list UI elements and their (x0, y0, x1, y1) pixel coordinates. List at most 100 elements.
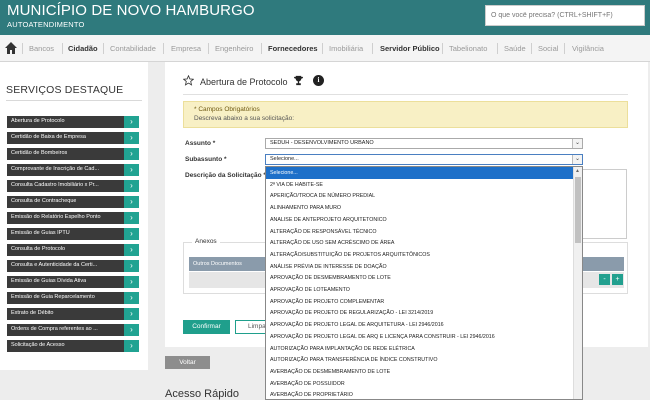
chevron-right-icon: › (124, 228, 139, 240)
nav-item-social[interactable]: Social (538, 44, 558, 53)
nav-item-engenheiro[interactable]: Engenheiro (215, 44, 253, 53)
sidebar-item-extrato-debito[interactable]: Extrato de Débito › (7, 308, 139, 320)
site-title[interactable]: MUNICÍPIO DE NOVO HAMBURGO (7, 2, 255, 19)
nav-divider (531, 43, 532, 54)
nav-item-imobiliaria[interactable]: Imobiliária (329, 44, 363, 53)
nav-divider (103, 43, 104, 54)
dropdown-scrollbar[interactable]: ▲ (573, 167, 582, 399)
required-fields-alert: * Campos Obrigatórios Descreva abaixo a … (183, 101, 628, 128)
star-icon[interactable] (183, 75, 194, 86)
scrollbar-thumb[interactable] (575, 177, 581, 243)
nav-divider (62, 43, 63, 54)
dropdown-option[interactable]: APROVAÇÃO DE DESMEMBRAMENTO DE LOTE (266, 272, 574, 284)
add-attachment-button[interactable]: + (612, 274, 623, 285)
dropdown-option[interactable]: ALINHAMENTO PARA MURO (266, 202, 574, 214)
subassunto-value: Selecione... (270, 156, 299, 162)
sidebar-item-solicitacao-acesso[interactable]: Solicitação de Acesso › (7, 340, 139, 352)
title-divider (183, 94, 628, 95)
sidebar-item-reparcelamento[interactable]: Emissão de Guia Reparcelamento › (7, 292, 139, 304)
dropdown-option[interactable]: APROVAÇÃO DE PROJETO DE REGULARIZAÇÃO - … (266, 307, 574, 319)
subassunto-dropdown-list[interactable]: Selecione... 2ª VIA DE HABITE-SE APERIÇÃ… (265, 166, 583, 400)
info-icon[interactable]: i (313, 75, 324, 86)
nav-item-cidadao[interactable]: Cidadão (68, 44, 98, 53)
nav-item-empresa[interactable]: Empresa (171, 44, 201, 53)
sidebar-item-label: Consulta e Autenticidade da Certi... (11, 262, 98, 268)
sidebar-item-label: Comprovante de Inscrição de Cad... (11, 166, 100, 172)
dropdown-option[interactable]: AVERBAÇÃO DE PROPRIETÁRIO (266, 389, 574, 399)
nav-divider (497, 43, 498, 54)
dropdown-option[interactable]: ANÁLISE PRÉVIA DE INTERESSE DE DOAÇÃO (266, 261, 574, 273)
sidebar-item-label: Abertura de Protocolo (11, 118, 65, 124)
site-subtitle: AUTOATENDIMENTO (7, 20, 85, 29)
chevron-right-icon: › (124, 324, 139, 336)
nav-divider (442, 43, 443, 54)
scroll-up-icon[interactable]: ▲ (575, 168, 580, 174)
confirm-button[interactable]: Confirmar (183, 320, 230, 334)
dropdown-option[interactable]: ALTERAÇÃO/SUBSTITUIÇÃO DE PROJETOS ARQUI… (266, 249, 574, 261)
nav-item-servidor-publico[interactable]: Servidor Público (380, 44, 440, 53)
assunto-select[interactable]: SEDUH - DESENVOLVIMENTO URBANO ⌄ (265, 138, 583, 149)
dropdown-option[interactable]: APROVAÇÃO DE PROJETO COMPLEMENTAR (266, 296, 574, 308)
sidebar-item-certidao-bombeiros[interactable]: Certidão de Bombeiros › (7, 148, 139, 160)
page-title: Abertura de Protocolo (200, 77, 288, 87)
dropdown-option[interactable]: ANALISE DE ANTEPROJETO ARQUITETONICO (266, 214, 574, 226)
chevron-down-icon: ⌄ (572, 155, 582, 164)
descricao-label: Descrição da Solicitação * (185, 172, 266, 179)
sidebar-item-comprovante-inscricao[interactable]: Comprovante de Inscrição de Cad... › (7, 164, 139, 176)
dropdown-option[interactable]: AUTORIZAÇÃO PARA IMPLANTAÇÃO DE REDE ELÉ… (266, 343, 574, 355)
sidebar-item-label: Emissão de Guias Dívida Ativa (11, 278, 87, 284)
sidebar-item-label: Emissão do Relatório Espelho Ponto (11, 214, 101, 220)
sidebar-item-label: Extrato de Débito (11, 310, 54, 316)
sidebar-item-consulta-protocolo[interactable]: Consulta de Protocolo › (7, 244, 139, 256)
chevron-right-icon: › (124, 244, 139, 256)
nav-divider (564, 43, 565, 54)
dropdown-option[interactable]: APERIÇÃO/TROCA DE NÚMERO PREDIAL (266, 190, 574, 202)
sidebar-item-guias-iptu[interactable]: Emissão de Guias IPTU › (7, 228, 139, 240)
chevron-right-icon: › (124, 308, 139, 320)
sidebar-item-label: Consulta de Protocolo (11, 246, 66, 252)
nav-item-vigilancia[interactable]: Vigilância (572, 44, 604, 53)
sidebar-item-label: Certidão de Baixa de Empresa (11, 134, 86, 140)
nav-item-bancos[interactable]: Bancos (29, 44, 54, 53)
dropdown-option[interactable]: AVERBAÇÃO DE DESMEMBRAMENTO DE LOTE (266, 366, 574, 378)
sidebar-item-autenticidade-certidao[interactable]: Consulta e Autenticidade da Certi... › (7, 260, 139, 272)
sidebar-item-label: Emissão de Guias IPTU (11, 230, 70, 236)
dropdown-option[interactable]: APROVAÇÃO DE PROJETO LEGAL DE ARQ E LICE… (266, 331, 574, 343)
remove-attachment-button[interactable]: - (599, 274, 610, 285)
dropdown-option[interactable]: AUTORIZAÇÃO PARA TRANSFERÊNCIA DE ÍNDICE… (266, 354, 574, 366)
sidebar-item-certidao-baixa[interactable]: Certidão de Baixa de Empresa › (7, 132, 139, 144)
dropdown-option[interactable]: APROVAÇÃO DE LOTEAMENTO (266, 284, 574, 296)
sidebar-divider (6, 100, 142, 101)
sidebar-item-espelho-ponto[interactable]: Emissão do Relatório Espelho Ponto › (7, 212, 139, 224)
alert-text: Descreva abaixo a sua solicitação: (194, 115, 295, 122)
dropdown-option[interactable]: ALTERAÇÃO DE USO SEM ACRÉSCIMO DE ÁREA (266, 237, 574, 249)
chevron-right-icon: › (124, 132, 139, 144)
sidebar-item-divida-ativa[interactable]: Emissão de Guias Dívida Ativa › (7, 276, 139, 288)
search-input[interactable] (485, 5, 645, 26)
chevron-right-icon: › (124, 148, 139, 160)
nav-divider (208, 43, 209, 54)
dropdown-option[interactable]: 2ª VIA DE HABITE-SE (266, 179, 574, 191)
dropdown-option[interactable]: APROVAÇÃO DE PROJETO LEGAL DE ARQUITETUR… (266, 319, 574, 331)
chevron-right-icon: › (124, 292, 139, 304)
dropdown-option[interactable]: AVERBAÇÃO DE POSSUIDOR (266, 378, 574, 390)
nav-item-contabilidade[interactable]: Contabilidade (110, 44, 156, 53)
sidebar-item-consulta-cadastro[interactable]: Consulta Cadastro Imobiliário x Pr... › (7, 180, 139, 192)
sidebar-item-label: Solicitação de Acesso (11, 342, 65, 348)
nav-item-saude[interactable]: Saúde (504, 44, 526, 53)
sidebar-item-ordens-compra[interactable]: Ordens de Compra referentes ao ... › (7, 324, 139, 336)
nav-item-tabelionato[interactable]: Tabelionato (449, 44, 487, 53)
home-icon[interactable] (4, 41, 18, 55)
chevron-right-icon: › (124, 116, 139, 128)
subassunto-select[interactable]: Selecione... ⌄ (265, 154, 583, 165)
back-button[interactable]: Voltar (165, 356, 210, 369)
nav-item-fornecedores[interactable]: Fornecedores (268, 44, 318, 53)
nav-divider (22, 43, 23, 54)
clear-button[interactable]: Limpar (235, 320, 268, 334)
dropdown-option-selecione[interactable]: Selecione... (266, 167, 574, 179)
sidebar-item-abertura-protocolo[interactable]: Abertura de Protocolo › (7, 116, 139, 128)
sidebar-item-contracheque[interactable]: Consulta de Contracheque › (7, 196, 139, 208)
dropdown-option[interactable]: ALTERAÇÃO DE RESPONSÁVEL TÉCNICO (266, 226, 574, 238)
sidebar-item-label: Certidão de Bombeiros (11, 150, 68, 156)
nav-divider (261, 43, 262, 54)
